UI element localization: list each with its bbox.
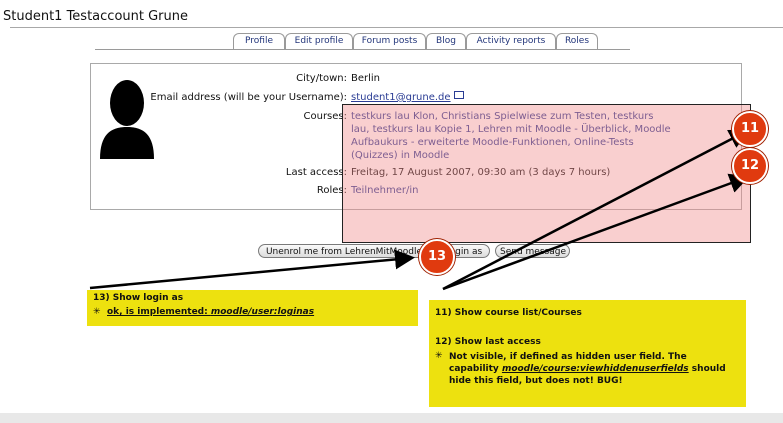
last-access-label: Last access: [285, 167, 347, 178]
tab-forum-posts[interactable]: Forum posts [353, 33, 426, 49]
note-bullet-capability: moodle/course:viewhiddenuserfields [501, 364, 689, 374]
send-message-button[interactable]: Send message [495, 244, 570, 258]
tab-edit-profile[interactable]: Edit profile [285, 33, 353, 49]
note-login-as-title: 13) Show login as [93, 293, 184, 303]
note-bullet-cap-prefix: capability [449, 364, 502, 374]
note-bullet-line-1: Not visible, if defined as hidden user f… [449, 352, 687, 362]
mail-icon[interactable] [453, 91, 464, 99]
arrow-13 [89, 249, 415, 290]
city-value: Berlin [351, 73, 381, 84]
email-label: Email address (will be your Username): [150, 92, 347, 103]
note-item-12-bullet: ✳ Not visible, if defined as hidden user… [435, 351, 726, 386]
note-login-as-bullet: ✳ ok, is implemented: moodle/user:logina… [93, 307, 315, 317]
tabs-divider [95, 49, 630, 50]
annotation-badge-13: 13 [419, 239, 455, 275]
email-link[interactable]: student1@grune.de [351, 92, 451, 103]
courses-label: Courses: [303, 111, 348, 122]
page-title: Student1 Testaccount Grune [3, 9, 188, 24]
tab-blog[interactable]: Blog [426, 33, 466, 49]
tab-activity-reports[interactable]: Activity reports [466, 33, 556, 49]
bottom-bar [0, 413, 783, 423]
annotation-highlight-box [342, 104, 751, 243]
title-divider [10, 27, 783, 28]
unenrol-button[interactable]: Unenrol me from LehrenMitMoodle [258, 244, 430, 258]
note-login-as-prefix: ok, is implemented: [107, 307, 211, 317]
note-courses-last-access: 11) Show course list/Courses 12) Show la… [429, 300, 746, 407]
note-bullet-cap-suffix: should [688, 364, 726, 374]
user-avatar-icon [100, 80, 154, 159]
city-label: City/town: [296, 73, 347, 84]
tab-roles[interactable]: Roles [556, 33, 598, 49]
note-bullet-line-3: hide this field, but does not! BUG! [449, 376, 623, 386]
annotation-badge-11: 11 [732, 111, 768, 147]
email-value[interactable]: student1@grune.de [351, 91, 464, 103]
tab-profile[interactable]: Profile [233, 33, 285, 49]
annotation-badge-12: 12 [732, 148, 768, 184]
note-login-as: 13) Show login as ✳ ok, is implemented: … [87, 290, 418, 326]
note-item-12: 12) Show last access [435, 337, 541, 347]
note-login-as-capability: moodle/user:loginas [210, 307, 315, 317]
note-item-11: 11) Show course list/Courses [435, 308, 582, 318]
